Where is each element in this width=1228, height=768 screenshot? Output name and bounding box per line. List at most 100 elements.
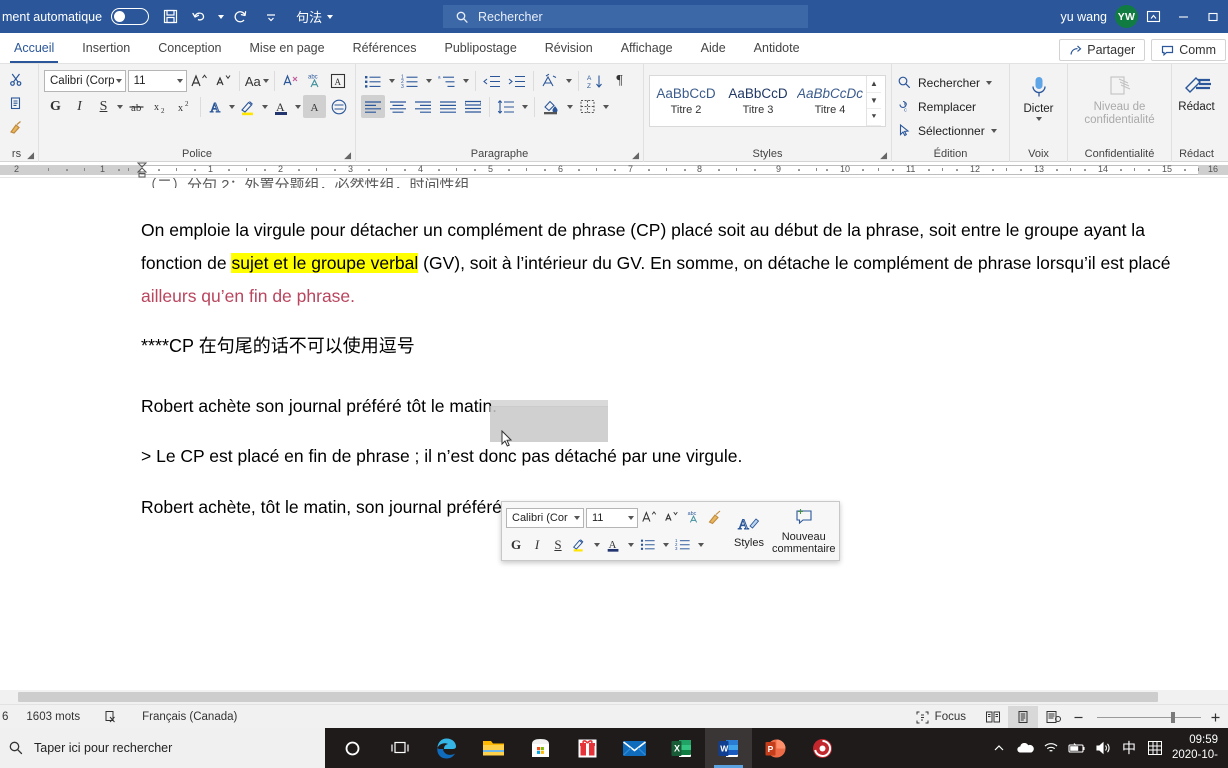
dictate-button[interactable]: Dicter: [1006, 72, 1072, 121]
paragraph-dialog-launcher[interactable]: ◢: [632, 150, 639, 161]
shrink-font-icon[interactable]: [212, 70, 235, 93]
select-button[interactable]: Sélectionner: [897, 119, 1004, 142]
paragraph-2-chinese[interactable]: ****CP 在句尾的话不可以使用逗号: [141, 330, 1181, 363]
font-color-icon[interactable]: A: [270, 95, 293, 118]
align-left-icon[interactable]: [361, 95, 385, 118]
tab-aide[interactable]: Aide: [687, 34, 740, 63]
excel-icon[interactable]: X: [658, 728, 705, 768]
format-painter-icon[interactable]: [0, 116, 33, 139]
borders-dropdown-icon[interactable]: [600, 104, 611, 109]
mini-font-color-icon[interactable]: A: [603, 534, 624, 555]
autosave-toggle[interactable]: [111, 8, 150, 25]
line-spacing-icon[interactable]: [494, 95, 518, 118]
undo-icon[interactable]: [185, 4, 215, 30]
character-border-icon[interactable]: A: [327, 70, 350, 93]
highlight-dropdown-icon[interactable]: [261, 104, 269, 109]
word-count[interactable]: 1603 mots: [14, 705, 92, 729]
document-page[interactable]: （二）分句 2：外置分题组，必然性组，时间性组 On emploie la vi…: [0, 178, 1228, 700]
multilevel-dropdown-icon[interactable]: [460, 79, 471, 83]
show-formatting-marks-icon[interactable]: ¶: [608, 70, 631, 93]
comments-button[interactable]: Comm: [1151, 39, 1226, 61]
page-indicator[interactable]: 6: [0, 705, 14, 729]
copy-icon[interactable]: [0, 92, 33, 115]
tab-mise-en-page[interactable]: Mise en page: [236, 34, 339, 63]
styles-gallery[interactable]: AaBbCcD Titre 2 AaBbCcD Titre 3 AaBbCcDc…: [649, 75, 886, 127]
user-name[interactable]: yu wang: [1060, 10, 1107, 24]
italic-button[interactable]: I: [68, 95, 91, 118]
mini-bold-button[interactable]: G: [506, 534, 526, 555]
bullets-icon[interactable]: [361, 70, 385, 93]
tab-revision[interactable]: Révision: [531, 34, 607, 63]
borders-icon[interactable]: [576, 95, 599, 118]
mini-format-painter-icon[interactable]: [705, 507, 726, 528]
underline-button[interactable]: S: [92, 95, 115, 118]
avatar[interactable]: YW: [1115, 5, 1138, 28]
font-color-dropdown-icon[interactable]: [294, 104, 302, 109]
redo-icon[interactable]: [226, 4, 256, 30]
proofing-status[interactable]: [92, 705, 130, 729]
tab-accueil[interactable]: Accueil: [0, 34, 68, 63]
tab-publipostage[interactable]: Publipostage: [431, 34, 531, 63]
word-icon[interactable]: W: [705, 728, 752, 768]
line-spacing-dropdown-icon[interactable]: [519, 104, 530, 109]
wifi-icon[interactable]: [1038, 728, 1064, 768]
chevron-up-icon[interactable]: [986, 728, 1012, 768]
web-layout-icon[interactable]: [1038, 706, 1068, 728]
ime-mode-indicator[interactable]: 中: [1116, 728, 1142, 768]
grow-font-icon[interactable]: [188, 70, 211, 93]
clipboard-dialog-launcher[interactable]: ◢: [27, 150, 34, 161]
zoom-slider[interactable]: [1097, 711, 1201, 723]
mini-floating-toolbar[interactable]: Calibri (Cor 11 abc G I S A 1 2 3 A Styl…: [501, 501, 840, 561]
taskbar-search[interactable]: Taper ici pour rechercher: [0, 728, 325, 768]
numbering-dropdown-icon[interactable]: [423, 79, 434, 83]
multilevel-list-icon[interactable]: a: [435, 70, 459, 93]
language-status[interactable]: Français (Canada): [130, 705, 249, 729]
mini-bullets-icon[interactable]: [637, 534, 659, 555]
replace-button[interactable]: b c Remplacer: [897, 95, 1004, 118]
underline-dropdown-icon[interactable]: [116, 104, 124, 109]
paragraph-4[interactable]: > Le CP est placé en fin de phrase ; il …: [141, 440, 1181, 473]
tab-insertion[interactable]: Insertion: [68, 34, 144, 63]
mini-phonetic-guide-icon[interactable]: abc: [683, 507, 704, 528]
style-titre-3[interactable]: AaBbCcD Titre 3: [722, 76, 794, 126]
file-explorer-icon[interactable]: [470, 728, 517, 768]
tab-conception[interactable]: Conception: [144, 34, 235, 63]
zoom-out-button[interactable]: [1068, 705, 1089, 729]
strikethrough-icon[interactable]: ab: [125, 95, 148, 118]
paragraph-3[interactable]: Robert achète son journal préféré tôt le…: [141, 390, 1181, 423]
mini-new-comment-button[interactable]: Nouveau commentaire: [772, 505, 836, 557]
align-right-icon[interactable]: [411, 95, 435, 118]
phonetic-guide-icon[interactable]: abc: [303, 70, 326, 93]
mini-numbering-dropdown-icon[interactable]: [695, 542, 706, 547]
edge-icon[interactable]: [423, 728, 470, 768]
recorder-icon[interactable]: [799, 728, 846, 768]
minimize-icon[interactable]: [1168, 0, 1198, 33]
language-selector[interactable]: 句法: [296, 7, 334, 26]
restore-icon[interactable]: [1198, 0, 1228, 33]
distributed-icon[interactable]: [461, 95, 485, 118]
text-highlight-icon[interactable]: [237, 95, 260, 118]
gift-icon[interactable]: [564, 728, 611, 768]
asian-layout-icon[interactable]: [538, 70, 562, 93]
align-center-icon[interactable]: [386, 95, 410, 118]
task-view-icon[interactable]: [376, 728, 423, 768]
subscript-icon[interactable]: x 2: [149, 95, 172, 118]
horizontal-ruler[interactable]: 2 1 1 2 3 4 5 6 7 8 9 10 11 12 13 14 15 …: [0, 162, 1228, 178]
mini-font-size-combo[interactable]: 11: [586, 507, 638, 528]
style-titre-4[interactable]: AaBbCcDc Titre 4: [794, 76, 866, 126]
print-layout-icon[interactable]: [1008, 706, 1038, 728]
shading-icon[interactable]: [539, 95, 563, 118]
numbering-icon[interactable]: 1 2 3: [398, 70, 422, 93]
font-dialog-launcher[interactable]: ◢: [344, 150, 351, 161]
scroll-down-icon[interactable]: ▼: [867, 93, 881, 110]
bullets-dropdown-icon[interactable]: [386, 79, 397, 83]
style-titre-2[interactable]: AaBbCcD Titre 2: [650, 76, 722, 126]
change-case-button[interactable]: Aa: [244, 70, 271, 93]
increase-indent-icon[interactable]: [505, 70, 529, 93]
paragraph-1[interactable]: On emploie la virgule pour détacher un c…: [141, 214, 1181, 313]
tab-antidote[interactable]: Antidote: [740, 34, 814, 63]
scissors-icon[interactable]: [0, 68, 33, 91]
horizontal-scrollbar-thumb[interactable]: [18, 692, 1158, 702]
scroll-up-icon[interactable]: ▲: [867, 76, 881, 93]
font-size-combo[interactable]: 11: [127, 70, 187, 92]
